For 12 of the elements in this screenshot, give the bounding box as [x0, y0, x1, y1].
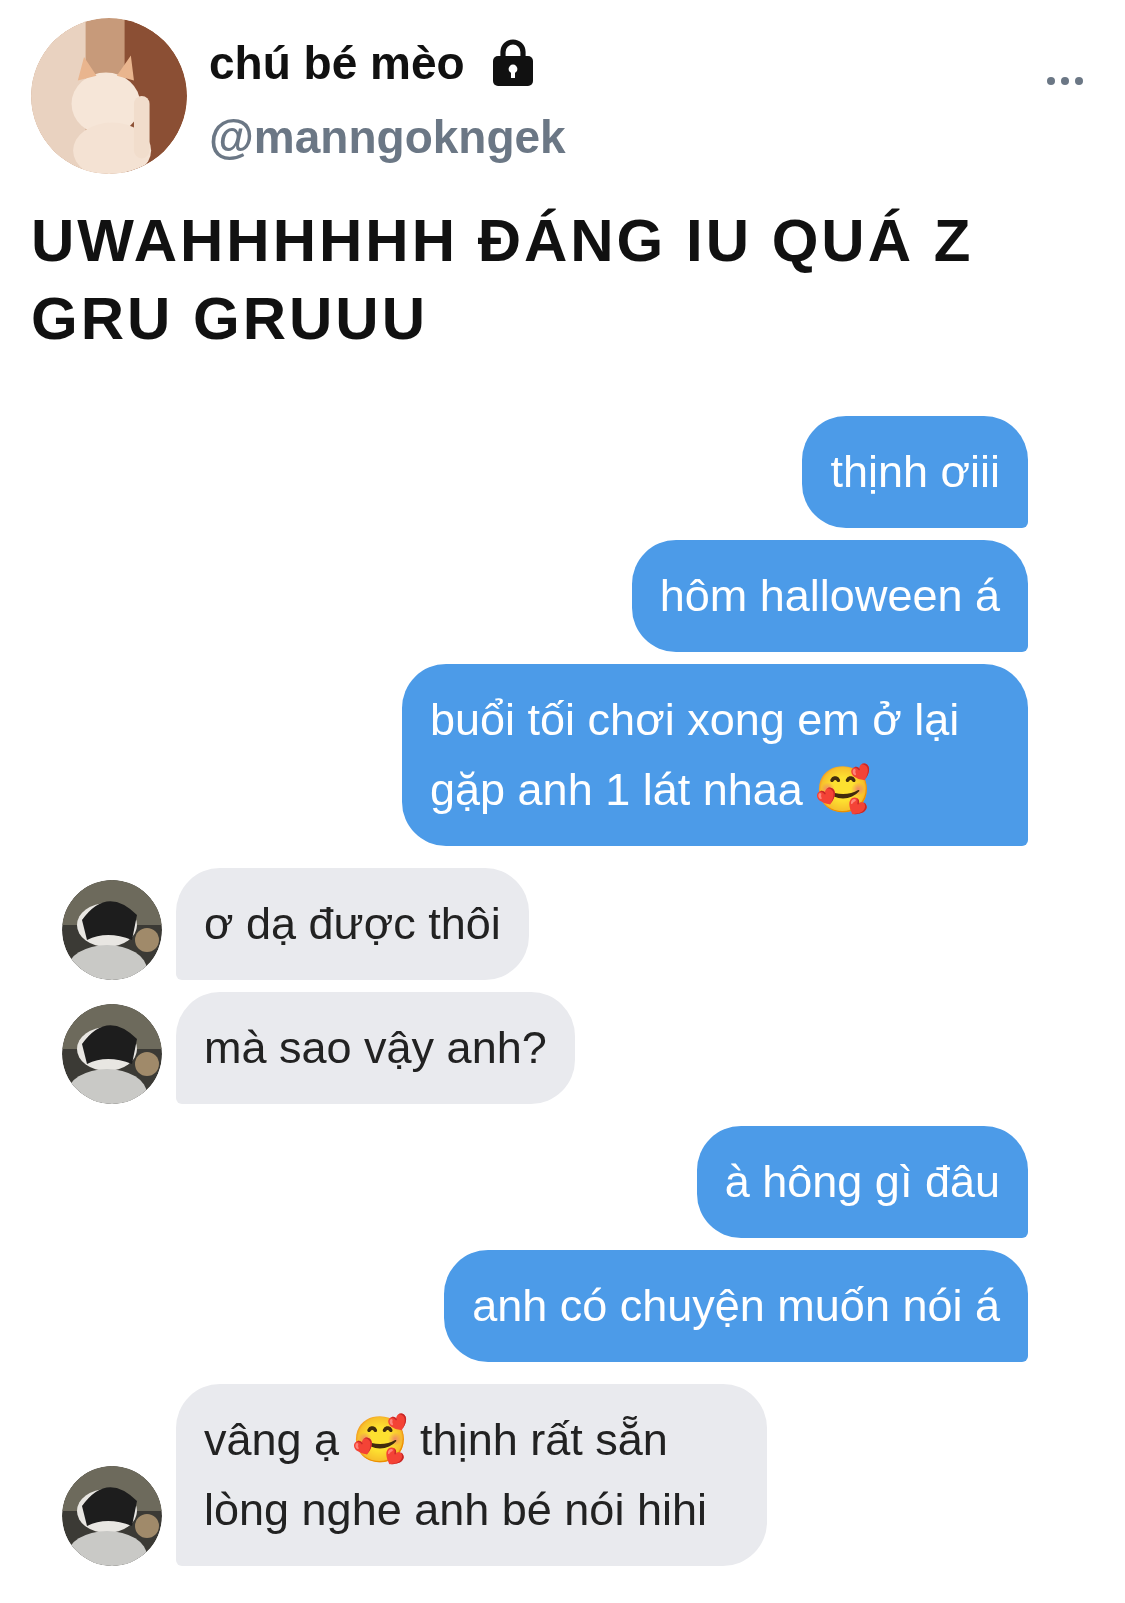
sent-message: buổi tối chơi xong em ở lại gặp anh 1 lát nhaa 🥰 — [402, 664, 1028, 846]
display-name: chú bé mèo — [209, 36, 465, 90]
sent-message: thịnh ơiii — [802, 416, 1028, 528]
sent-message: à hông gì đâu — [696, 1126, 1028, 1238]
more-icon[interactable] — [1046, 76, 1084, 86]
sent-message: hôm halloween á — [631, 540, 1028, 652]
sent-message: anh có chuyện muốn nói á — [444, 1250, 1028, 1362]
received-message: vâng ạ 🥰 thịnh rất sẵn lòng nghe anh bé nói hihi — [176, 1384, 767, 1566]
tweet-text: UWAHHHHHH ĐÁNG IU QUÁ Z GRU GRUUU — [31, 206, 975, 354]
received-message: mà sao vậy anh? — [176, 992, 575, 1104]
username[interactable]: @manngokngek — [209, 110, 566, 164]
received-message: ơ dạ được thôi — [176, 868, 529, 980]
